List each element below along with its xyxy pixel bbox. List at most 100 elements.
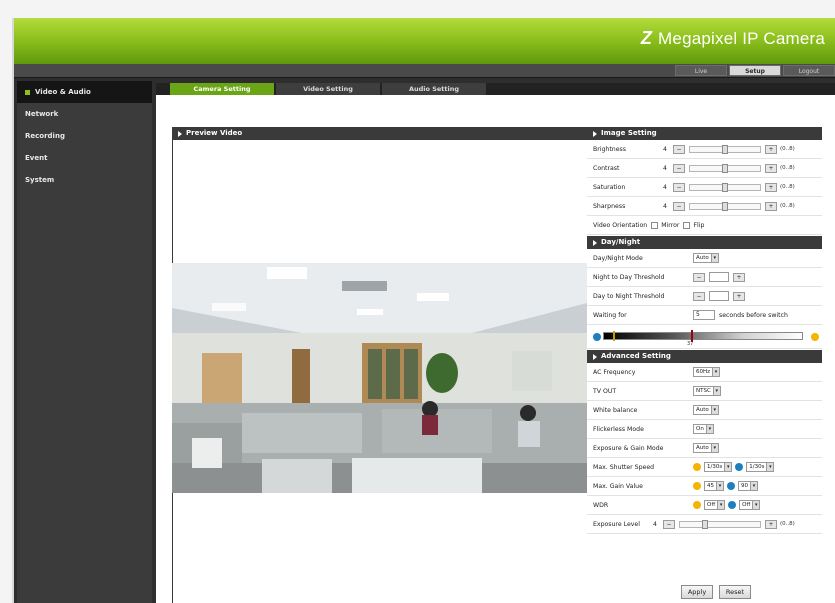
reset-button[interactable]: Reset bbox=[719, 585, 751, 599]
saturation-increase-button[interactable]: + bbox=[765, 182, 777, 192]
night-to-day-label: Night to Day Threshold bbox=[593, 273, 665, 281]
flickerless-select[interactable]: On ▾ bbox=[693, 424, 714, 434]
sidebar: Video & Audio Network Recording Event Sy… bbox=[17, 81, 152, 603]
waiting-label: Waiting for bbox=[593, 311, 627, 319]
contrast-increase-button[interactable]: + bbox=[765, 163, 777, 173]
sharpness-increase-button[interactable]: + bbox=[765, 201, 777, 211]
exposure-level-range: (0..8) bbox=[780, 521, 795, 527]
brightness-increase-button[interactable]: + bbox=[765, 144, 777, 154]
light-gradient-bar[interactable] bbox=[603, 331, 803, 340]
nav-tab-logout[interactable]: Logout bbox=[783, 65, 835, 76]
night-threshold-marker[interactable] bbox=[613, 330, 615, 341]
gain-day-select[interactable]: 45 ▾ bbox=[704, 481, 724, 491]
mirror-checkbox[interactable] bbox=[651, 221, 659, 229]
brightness-decrease-button[interactable]: − bbox=[673, 144, 685, 154]
sidebar-item-video-audio[interactable]: Video & Audio bbox=[17, 81, 152, 103]
image-setting-title: Image Setting bbox=[601, 129, 657, 137]
exposure-increase-button[interactable]: + bbox=[765, 519, 777, 529]
shutter-day-select[interactable]: 1/30s ▾ bbox=[704, 462, 733, 472]
exposure-gain-select[interactable]: Auto ▾ bbox=[693, 443, 719, 453]
chevron-down-icon: ▾ bbox=[716, 482, 723, 490]
tab-video-setting[interactable]: Video Setting bbox=[276, 83, 380, 95]
waiting-seconds-input[interactable]: 5 bbox=[693, 310, 715, 320]
slider-thumb[interactable] bbox=[722, 144, 728, 154]
select-value: On bbox=[696, 426, 704, 432]
saturation-slider[interactable] bbox=[689, 182, 761, 192]
nav-tab-live[interactable]: Live bbox=[675, 65, 727, 76]
select-value: Auto bbox=[696, 255, 709, 261]
sidebar-item-label: System bbox=[25, 176, 55, 184]
wdr-row: WDR Off ▾ Off ▾ bbox=[587, 496, 822, 515]
night-to-day-input[interactable] bbox=[709, 272, 729, 282]
settings-tabbar: Camera Setting Video Setting Audio Setti… bbox=[156, 83, 835, 95]
ac-frequency-select[interactable]: 60Hz ▾ bbox=[693, 367, 721, 377]
nav-tab-setup[interactable]: Setup bbox=[729, 65, 781, 76]
day-to-night-label: Day to Night Threshold bbox=[593, 292, 665, 300]
moon-icon bbox=[727, 482, 735, 490]
day-night-header: Day/Night bbox=[587, 236, 822, 249]
sidebar-item-system[interactable]: System bbox=[17, 169, 152, 191]
tv-out-select[interactable]: NTSC ▾ bbox=[693, 386, 721, 396]
day-to-night-increase-button[interactable]: + bbox=[733, 291, 745, 301]
chevron-down-icon: ▾ bbox=[724, 463, 732, 471]
chevron-down-icon: ▾ bbox=[705, 425, 713, 433]
slider-thumb[interactable] bbox=[722, 201, 728, 211]
triangle-icon bbox=[593, 239, 597, 246]
select-value: 45 bbox=[707, 483, 714, 489]
chevron-down-icon: ▾ bbox=[752, 501, 760, 509]
night-to-day-increase-button[interactable]: + bbox=[733, 272, 745, 282]
contrast-range: (0..8) bbox=[780, 165, 795, 171]
select-value: Off bbox=[742, 502, 751, 508]
slider-thumb[interactable] bbox=[702, 519, 708, 529]
preview-video[interactable] bbox=[172, 263, 587, 493]
wdr-night-select[interactable]: Off ▾ bbox=[739, 500, 761, 510]
waiting-suffix: seconds before switch bbox=[719, 311, 788, 319]
night-to-day-decrease-button[interactable]: − bbox=[693, 272, 705, 282]
flickerless-row: Flickerless Mode On ▾ bbox=[587, 420, 822, 439]
white-balance-select[interactable]: Auto ▾ bbox=[693, 405, 719, 415]
brightness-slider[interactable] bbox=[689, 144, 761, 154]
exposure-level-label: Exposure Level bbox=[593, 520, 640, 528]
exposure-gain-row: Exposure & Gain Mode Auto ▾ bbox=[587, 439, 822, 458]
saturation-row: Saturation 4 − + (0..8) bbox=[587, 178, 822, 197]
header-banner: Z Megapixel IP Camera bbox=[14, 18, 835, 64]
gain-label: Max. Gain Value bbox=[593, 482, 643, 490]
slider-thumb[interactable] bbox=[722, 182, 728, 192]
exposure-decrease-button[interactable]: − bbox=[663, 519, 675, 529]
exposure-level-value: 4 bbox=[653, 520, 657, 528]
tab-audio-setting[interactable]: Audio Setting bbox=[382, 83, 486, 95]
wdr-day-select[interactable]: Off ▾ bbox=[704, 500, 726, 510]
sidebar-item-label: Video & Audio bbox=[35, 88, 91, 96]
apply-button[interactable]: Apply bbox=[681, 585, 713, 599]
night-to-day-row: Night to Day Threshold − + bbox=[587, 268, 822, 287]
saturation-value: 4 bbox=[663, 183, 667, 191]
chevron-down-icon: ▾ bbox=[712, 368, 720, 376]
tab-camera-setting[interactable]: Camera Setting bbox=[170, 83, 274, 95]
image-setting-header: Image Setting bbox=[587, 127, 822, 140]
day-night-mode-select[interactable]: Auto ▾ bbox=[693, 253, 719, 263]
sharpness-slider[interactable] bbox=[689, 201, 761, 211]
contrast-decrease-button[interactable]: − bbox=[673, 163, 685, 173]
day-night-mode-row: Day/Night Mode Auto ▾ bbox=[587, 249, 822, 268]
day-to-night-input[interactable] bbox=[709, 291, 729, 301]
brand: Z Megapixel IP Camera bbox=[641, 28, 825, 49]
sharpness-decrease-button[interactable]: − bbox=[673, 201, 685, 211]
shutter-night-select[interactable]: 1/30s ▾ bbox=[746, 462, 775, 472]
contrast-slider[interactable] bbox=[689, 163, 761, 173]
flip-label: Flip bbox=[693, 221, 705, 229]
sidebar-item-recording[interactable]: Recording bbox=[17, 125, 152, 147]
sharpness-row: Sharpness 4 − + (0..8) bbox=[587, 197, 822, 216]
sidebar-item-network[interactable]: Network bbox=[17, 103, 152, 125]
day-to-night-decrease-button[interactable]: − bbox=[693, 291, 705, 301]
sidebar-item-event[interactable]: Event bbox=[17, 147, 152, 169]
exposure-slider[interactable] bbox=[679, 519, 761, 529]
waiting-row: Waiting for 5 seconds before switch bbox=[587, 306, 822, 325]
brightness-value: 4 bbox=[663, 145, 667, 153]
saturation-decrease-button[interactable]: − bbox=[673, 182, 685, 192]
gain-night-select[interactable]: 90 ▾ bbox=[738, 481, 758, 491]
light-scale-row: 37 bbox=[587, 325, 822, 349]
flip-checkbox[interactable] bbox=[683, 221, 691, 229]
chevron-down-icon: ▾ bbox=[750, 482, 757, 490]
slider-thumb[interactable] bbox=[722, 163, 728, 173]
chevron-down-icon: ▾ bbox=[717, 501, 725, 509]
